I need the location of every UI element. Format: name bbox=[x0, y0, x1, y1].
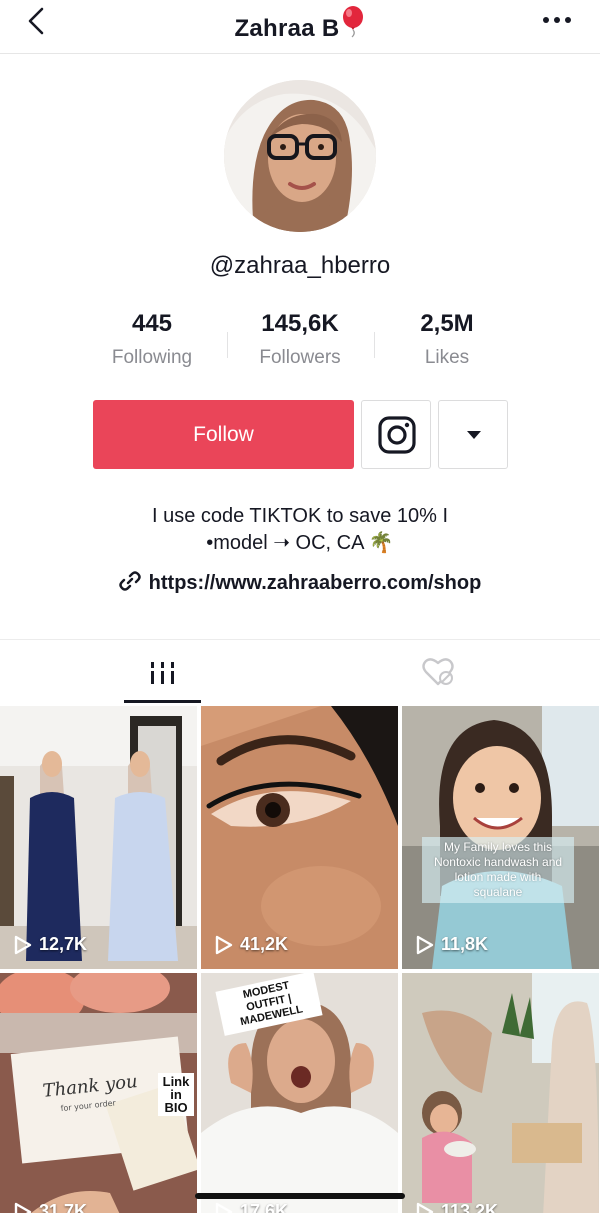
follow-button[interactable]: Follow bbox=[93, 400, 354, 469]
more-options-button[interactable] bbox=[538, 8, 578, 32]
view-count-text: 17,6K bbox=[240, 1201, 289, 1213]
view-count: 113,2K bbox=[416, 1201, 498, 1213]
view-count-text: 113,2K bbox=[441, 1201, 499, 1213]
stat-following[interactable]: 445 Following bbox=[78, 310, 226, 369]
stat-likes: 2,5M Likes bbox=[373, 310, 521, 369]
tabs-divider bbox=[0, 639, 600, 640]
followers-count: 145,6K bbox=[261, 310, 339, 337]
video-thumbnail[interactable]: 41,2K bbox=[201, 706, 398, 969]
view-count: 11,8K bbox=[416, 934, 488, 955]
bio-link[interactable]: https://www.zahraaberro.com/shop bbox=[0, 570, 600, 595]
video-thumbnail[interactable]: 12,7K bbox=[0, 706, 197, 969]
view-count-text: 12,7K bbox=[39, 934, 88, 954]
video-sticker: Link in BIO bbox=[158, 1073, 194, 1116]
more-suggestions-dropdown[interactable] bbox=[438, 400, 508, 469]
video-caption: My Family loves this Nontoxic handwash a… bbox=[422, 837, 574, 903]
play-icon bbox=[215, 935, 233, 954]
grid-icon bbox=[151, 662, 174, 684]
view-count: 12,7K bbox=[14, 934, 87, 955]
view-count-text: 11,8K bbox=[441, 934, 489, 954]
balloon-emoji bbox=[340, 6, 366, 45]
bio-line-2: •model ➝ OC, CA 🌴 bbox=[206, 532, 394, 554]
video-thumbnail-image bbox=[201, 706, 398, 969]
view-count-text: 31,7K bbox=[39, 1201, 88, 1213]
likes-label: Likes bbox=[424, 347, 470, 368]
followers-label: Followers bbox=[259, 347, 341, 368]
profile-username: @zahraa_hberro bbox=[209, 252, 391, 279]
instagram-icon bbox=[378, 416, 416, 454]
video-thumbnail[interactable]: My Family loves this Nontoxic handwash a… bbox=[402, 706, 599, 969]
following-count: 445 bbox=[131, 310, 173, 337]
profile-bio: I use code TIKTOK to save 10% I •model ➝… bbox=[0, 503, 600, 557]
home-indicator[interactable] bbox=[195, 1193, 405, 1199]
tab-liked-videos[interactable] bbox=[400, 650, 477, 698]
play-icon bbox=[416, 1202, 434, 1213]
tab-videos[interactable] bbox=[124, 650, 201, 704]
bio-link-text: https://www.zahraaberro.com/shop bbox=[148, 572, 482, 594]
view-count: 17,6K bbox=[215, 1201, 288, 1213]
instagram-button[interactable] bbox=[361, 400, 431, 469]
video-thumbnail-image bbox=[0, 706, 197, 969]
view-count-text: 41,2K bbox=[240, 934, 289, 954]
top-nav-bar: Zahraa B bbox=[0, 0, 600, 54]
ellipsis-icon bbox=[543, 17, 571, 23]
link-icon bbox=[118, 571, 141, 591]
video-thumbnail[interactable]: Thank you for your order Link in BIO 31,… bbox=[0, 973, 197, 1213]
profile-avatar[interactable] bbox=[224, 80, 376, 232]
video-thumbnail-image bbox=[402, 973, 599, 1213]
heart-hidden-icon bbox=[422, 658, 454, 686]
stat-followers[interactable]: 145,6K Followers bbox=[226, 310, 374, 369]
play-icon bbox=[215, 1202, 233, 1213]
likes-count: 2,5M bbox=[420, 310, 474, 337]
view-count: 31,7K bbox=[14, 1201, 87, 1213]
play-icon bbox=[14, 935, 32, 954]
video-thumbnail[interactable]: 113,2K bbox=[402, 973, 599, 1213]
play-icon bbox=[14, 1202, 32, 1213]
caret-down-icon bbox=[467, 431, 481, 439]
view-count: 41,2K bbox=[215, 934, 288, 955]
following-label: Following bbox=[111, 347, 193, 368]
display-name-text: Zahraa B bbox=[234, 15, 340, 42]
bio-line-1: I use code TIKTOK to save 10% I bbox=[151, 505, 449, 527]
profile-display-name: Zahraa B bbox=[0, 6, 600, 45]
active-tab-indicator bbox=[124, 700, 201, 703]
play-icon bbox=[416, 935, 434, 954]
video-thumbnail[interactable]: MODEST OUTFIT | MADEWELL 17,6K bbox=[201, 973, 398, 1213]
